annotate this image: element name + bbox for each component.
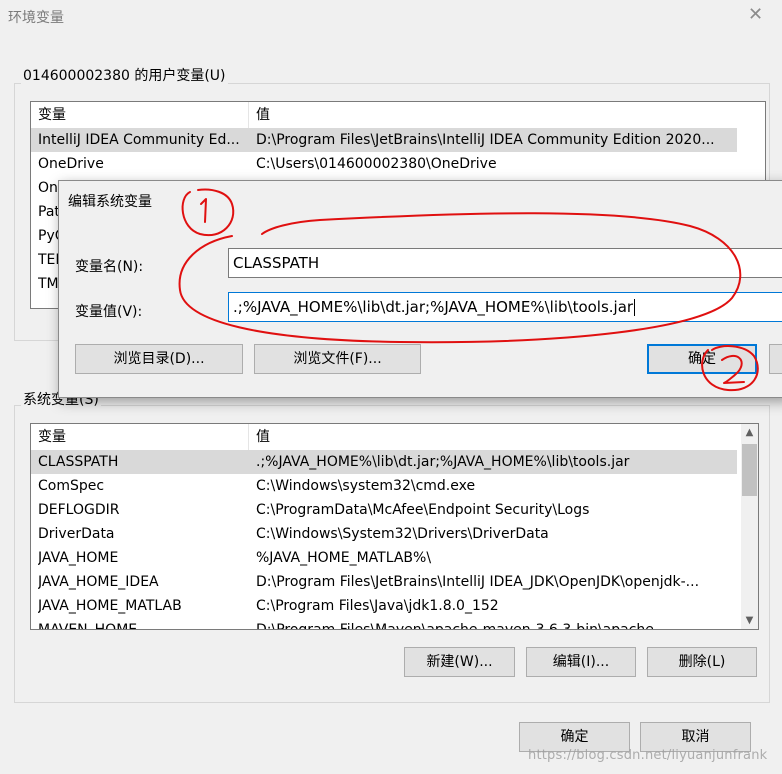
user-vars-header: 变量 值 bbox=[31, 102, 765, 128]
variable-value-text: .;%JAVA_HOME%\lib\dt.jar;%JAVA_HOME%\lib… bbox=[233, 298, 634, 316]
browse-file-button[interactable]: 浏览文件(F)... bbox=[254, 344, 421, 374]
variable-name-cell: JAVA_HOME_IDEA bbox=[38, 574, 159, 590]
watermark: https://blog.csdn.net/liyuanjunfrank bbox=[528, 748, 768, 763]
table-row[interactable]: MAVEN_HOME D:\Program Files\Maven\apache-… bbox=[31, 618, 737, 630]
table-row[interactable]: JAVA_HOME_IDEA D:\Program Files\JetBrains… bbox=[31, 570, 737, 594]
column-header-name[interactable]: 变量 bbox=[31, 102, 249, 128]
dialog-ok-button[interactable]: 确定 bbox=[647, 344, 757, 374]
table-row[interactable]: JAVA_HOME %JAVA_HOME_MATLAB%\ bbox=[31, 546, 737, 570]
variable-value-cell: %JAVA_HOME_MATLAB%\ bbox=[256, 550, 432, 566]
table-row[interactable]: ComSpec C:\Windows\system32\cmd.exe bbox=[31, 474, 737, 498]
close-icon[interactable]: ✕ bbox=[748, 4, 763, 26]
column-header-value[interactable]: 值 bbox=[249, 424, 549, 450]
table-row[interactable]: OneDrive C:\Users\014600002380\OneDrive bbox=[31, 152, 737, 176]
table-row[interactable]: JAVA_HOME_MATLAB C:\Program Files\Java\jd… bbox=[31, 594, 737, 618]
variable-name-cell: DriverData bbox=[38, 526, 115, 542]
system-vars-header: 变量 值 bbox=[31, 424, 741, 450]
column-header-name[interactable]: 变量 bbox=[31, 424, 249, 450]
column-header-value[interactable]: 值 bbox=[249, 102, 549, 128]
variable-name-cell: CLASSPATH bbox=[38, 454, 119, 470]
variable-name-label: 变量名(N): bbox=[75, 259, 144, 275]
scroll-down-icon[interactable]: ▼ bbox=[741, 612, 758, 629]
scroll-thumb[interactable] bbox=[742, 444, 757, 496]
variable-name-cell: JAVA_HOME bbox=[38, 550, 119, 566]
window-title: 环境变量 bbox=[8, 10, 64, 26]
variable-value-cell: D:\Program Files\Maven\apache-maven-3.6.… bbox=[256, 622, 668, 630]
table-row[interactable]: IntelliJ IDEA Community Ed... D:\Program … bbox=[31, 128, 737, 152]
variable-value-cell: .;%JAVA_HOME%\lib\dt.jar;%JAVA_HOME%\lib… bbox=[256, 454, 630, 470]
variable-value-input[interactable]: .;%JAVA_HOME%\lib\dt.jar;%JAVA_HOME%\lib… bbox=[228, 292, 782, 322]
variable-name-cell: IntelliJ IDEA Community Ed... bbox=[38, 132, 240, 148]
variable-name-cell: JAVA_HOME_MATLAB bbox=[38, 598, 182, 614]
variable-value-cell: C:\Windows\system32\cmd.exe bbox=[256, 478, 476, 494]
variable-name-cell: ComSpec bbox=[38, 478, 105, 494]
variable-name-input[interactable]: CLASSPATH bbox=[228, 248, 782, 278]
dialog-title: 编辑系统变量 bbox=[68, 194, 152, 210]
new-button[interactable]: 新建(W)... bbox=[404, 647, 515, 677]
edit-button[interactable]: 编辑(I)... bbox=[526, 647, 636, 677]
table-row[interactable]: DriverData C:\Windows\System32\Drivers\Dr… bbox=[31, 522, 737, 546]
system-vars-list[interactable]: 变量 值 CLASSPATH .;%JAVA_HOME%\lib\dt.jar;%… bbox=[30, 423, 759, 630]
variable-value-cell: D:\Program Files\JetBrains\IntelliJ IDEA… bbox=[256, 132, 715, 148]
text-caret bbox=[634, 299, 636, 316]
table-row[interactable]: CLASSPATH .;%JAVA_HOME%\lib\dt.jar;%JAVA_… bbox=[31, 450, 737, 474]
browse-directory-button[interactable]: 浏览目录(D)... bbox=[75, 344, 243, 374]
variable-value-cell: C:\Users\014600002380\OneDrive bbox=[256, 156, 497, 172]
variable-value-cell: D:\Program Files\JetBrains\IntelliJ IDEA… bbox=[256, 574, 700, 590]
variable-value-cell: C:\Program Files\Java\jdk1.8.0_152 bbox=[256, 598, 499, 614]
variable-value-cell: C:\ProgramData\McAfee\Endpoint Security\… bbox=[256, 502, 590, 518]
variable-value-cell: C:\Windows\System32\Drivers\DriverData bbox=[256, 526, 549, 542]
variable-value-label: 变量值(V): bbox=[75, 304, 143, 320]
variable-name-text: CLASSPATH bbox=[233, 254, 320, 272]
user-vars-label: 014600002380 的用户变量(U) bbox=[21, 67, 228, 85]
scroll-up-icon[interactable]: ▲ bbox=[741, 424, 758, 441]
delete-button[interactable]: 删除(L) bbox=[647, 647, 757, 677]
variable-name-cell: OneDrive bbox=[38, 156, 104, 172]
edit-variable-dialog[interactable]: 编辑系统变量 变量名(N): CLASSPATH 变量值(V): .;%JAVA… bbox=[58, 180, 782, 398]
dialog-cancel-button[interactable] bbox=[769, 344, 782, 374]
variable-name-cell: MAVEN_HOME bbox=[38, 622, 138, 630]
system-vars-scrollbar[interactable]: ▲ ▼ bbox=[741, 424, 758, 629]
table-row[interactable]: DEFLOGDIR C:\ProgramData\McAfee\Endpoint … bbox=[31, 498, 737, 522]
variable-name-cell: DEFLOGDIR bbox=[38, 502, 120, 518]
